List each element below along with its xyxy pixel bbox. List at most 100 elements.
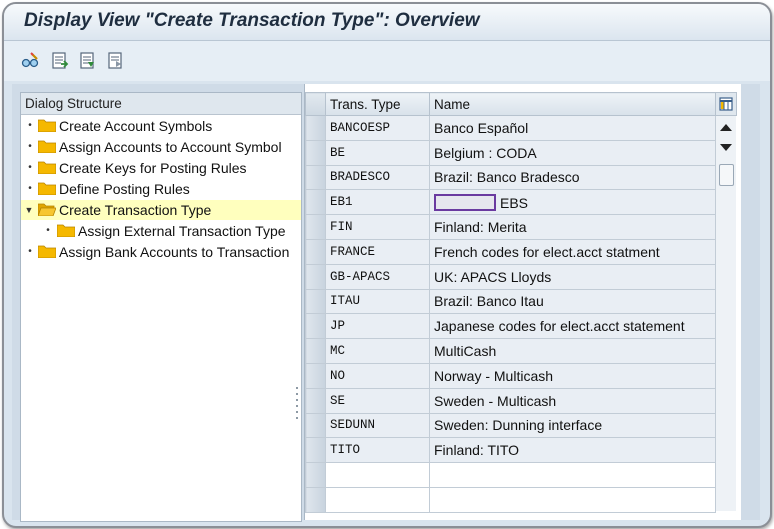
row-selector[interactable] [305,214,326,240]
row-selector[interactable] [305,263,326,290]
trans-type-cell: FRANCE [325,238,430,265]
dialog-structure-pane: Dialog Structure • Create Account Symbol… [20,92,302,522]
name-cell: Belgium : CODA [429,139,716,166]
name-cell: Finland: Merita [429,214,716,240]
tree-item-define-posting-rules[interactable]: • Define Posting Rules [21,179,301,199]
trans-type-cell[interactable] [325,486,430,513]
tree-bullet: • [28,183,32,194]
table-row[interactable]: SE Sweden - Multicash [305,387,716,414]
table-row[interactable]: BANCOESP Banco Español [305,115,716,141]
column-header-name[interactable]: Name [429,92,716,116]
table-pane: Trans. Type Name BANCOESP Banco Español B… [304,84,741,520]
glasses-change-icon[interactable] [20,51,40,71]
row-selector[interactable] [305,362,326,389]
row-selector[interactable] [305,412,326,439]
trans-type-cell: JP [325,313,430,340]
table-row[interactable]: BRADESCO Brazil: Banco Bradesco [305,164,716,191]
table-row[interactable]: NO Norway - Multicash [305,362,716,389]
row-selector[interactable] [305,437,326,464]
row-selector[interactable] [305,387,326,414]
redaction-box [434,193,496,211]
name-cell: Banco Español [429,115,716,141]
next-entry-icon[interactable] [106,51,126,71]
trans-type-cell: MC [325,338,430,364]
trans-type-cell: ITAU [325,288,430,315]
table-row[interactable]: JP Japanese codes for elect.acct statemen… [305,313,716,340]
trans-type-cell: GB-APACS [325,263,430,290]
details-icon[interactable] [50,51,70,71]
table-row[interactable]: EB1 EBS [305,189,716,216]
table-row[interactable]: GB-APACS UK: APACS Lloyds [305,263,716,290]
open-folder-icon [38,203,56,216]
scrollbar-thumb[interactable] [719,164,734,186]
tree-bullet: • [28,120,32,131]
content-area: Dialog Structure • Create Account Symbol… [12,84,760,522]
tree-item-assign-bank-accounts[interactable]: • Assign Bank Accounts to Transaction [21,242,301,262]
table-row[interactable]: SEDUNN Sweden: Dunning interface [305,412,716,439]
folder-icon [38,161,56,174]
select-all-cell[interactable] [305,92,326,116]
expanded-arrow-icon[interactable]: ▼ [24,200,34,220]
row-selector[interactable] [305,238,326,265]
folder-icon [38,119,56,132]
tree-item-assign-accounts[interactable]: • Assign Accounts to Account Symbol [21,137,301,157]
column-header-trans-type[interactable]: Trans. Type [325,92,430,116]
trans-type-cell: SE [325,387,430,414]
table-row[interactable]: MC MultiCash [305,338,716,364]
tree-item-label: Assign External Transaction Type [78,223,286,239]
title-bar: Display View "Create Transaction Type": … [4,4,770,41]
tree-item-assign-external-transaction-type[interactable]: • Assign External Transaction Type [21,221,301,241]
trans-type-cell: NO [325,362,430,389]
name-cell: Norway - Multicash [429,362,716,389]
empty-table-row[interactable] [305,486,716,513]
table-row[interactable]: TITO Finland: TITO [305,437,716,464]
name-cell: EBS [429,189,716,216]
trans-type-cell[interactable] [325,462,430,488]
table-row[interactable]: ITAU Brazil: Banco Itau [305,288,716,315]
row-selector[interactable] [305,139,326,166]
row-selector[interactable] [305,462,326,488]
sap-window: Display View "Create Transaction Type": … [2,2,772,528]
name-cell: Brazil: Banco Itau [429,288,716,315]
tree-item-label: Create Keys for Posting Rules [59,160,247,176]
tree-item-create-account-symbols[interactable]: • Create Account Symbols [21,116,301,136]
folder-icon [38,140,56,153]
row-selector[interactable] [305,115,326,141]
tree-item-label: Define Posting Rules [59,181,190,197]
row-selector[interactable] [305,189,326,216]
vertical-scrollbar[interactable] [715,116,736,511]
transaction-type-table: Trans. Type Name BANCOESP Banco Español B… [305,92,716,513]
tree-item-create-keys[interactable]: • Create Keys for Posting Rules [21,158,301,178]
dialog-structure-header: Dialog Structure [21,93,301,115]
row-selector[interactable] [305,164,326,191]
trans-type-cell: EB1 [325,189,430,216]
table-row[interactable]: FRANCE French codes for elect.acct statme… [305,238,716,265]
row-selector[interactable] [305,486,326,513]
name-cell: French codes for elect.acct statment [429,238,716,265]
pane-splitter[interactable] [295,384,299,424]
row-selector[interactable] [305,288,326,315]
name-cell: Japanese codes for elect.acct statement [429,313,716,340]
empty-table-row[interactable] [305,462,716,488]
tree-bullet: • [28,246,32,257]
row-selector[interactable] [305,313,326,340]
scroll-down-arrow-icon[interactable] [720,144,732,151]
trans-type-cell: BE [325,139,430,166]
previous-entry-icon[interactable] [78,51,98,71]
application-toolbar [4,41,770,81]
name-cell[interactable] [429,486,716,513]
table-row[interactable]: FIN Finland: Merita [305,214,716,240]
trans-type-cell: FIN [325,214,430,240]
scroll-up-arrow-icon[interactable] [720,124,732,131]
row-selector[interactable] [305,338,326,364]
tree-item-label: Assign Bank Accounts to Transaction [59,244,290,260]
folder-icon [38,245,56,258]
tree-item-create-transaction-type[interactable]: ▼ Create Transaction Type [21,200,301,220]
window-title: Display View "Create Transaction Type": … [24,10,480,31]
column-settings-icon[interactable] [715,92,737,116]
table-header-row: Trans. Type Name [305,92,716,116]
name-cell: Finland: TITO [429,437,716,464]
name-cell[interactable] [429,462,716,488]
tree-item-label: Create Account Symbols [59,118,213,134]
table-row[interactable]: BE Belgium : CODA [305,139,716,166]
